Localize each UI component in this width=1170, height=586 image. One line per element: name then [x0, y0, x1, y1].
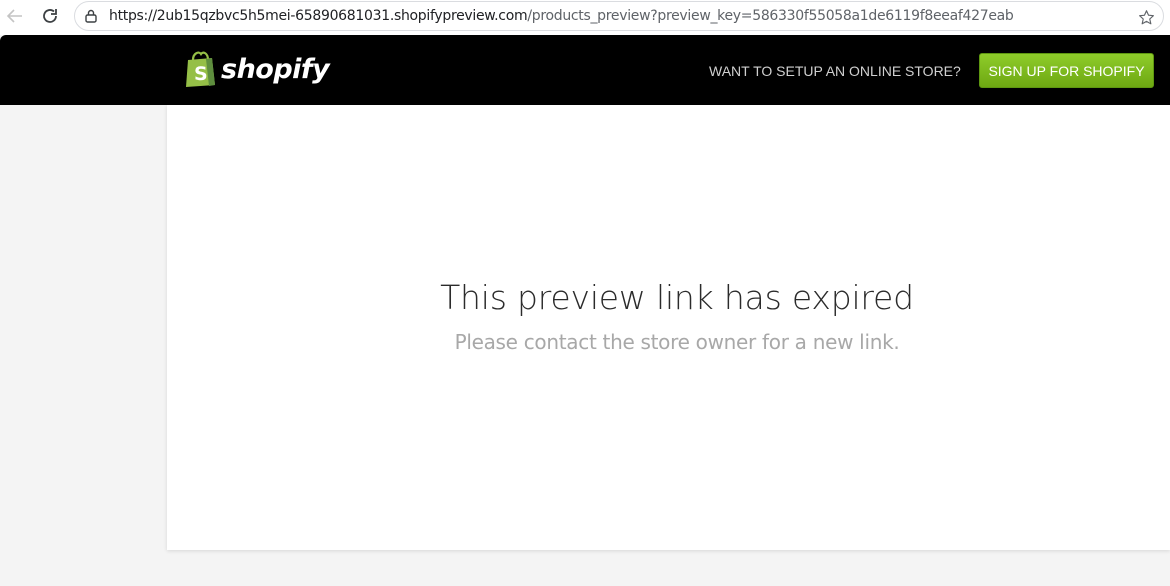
signup-button[interactable]: SIGN UP FOR SHOPIFY	[979, 53, 1154, 88]
setup-store-prompt: WANT TO SETUP AN ONLINE STORE?	[709, 63, 961, 79]
shopping-bag-icon: S	[186, 51, 215, 87]
back-arrow-icon[interactable]	[2, 4, 28, 28]
shopify-header: S shopify WANT TO SETUP AN ONLINE STORE?…	[0, 35, 1170, 105]
star-icon[interactable]	[1137, 8, 1155, 26]
content-card: This preview link has expired Please con…	[167, 105, 1170, 550]
lock-icon[interactable]	[83, 8, 99, 24]
shopify-logo[interactable]: S shopify	[184, 50, 330, 88]
address-bar[interactable]: https://2ub15qzbvc5h5mei-65890681031.sho…	[74, 1, 1164, 31]
page-subtitle: Please contact the store owner for a new…	[454, 330, 900, 354]
url-host: https://2ub15qzbvc5h5mei-65890681031.sho…	[109, 8, 528, 24]
url-text: https://2ub15qzbvc5h5mei-65890681031.sho…	[109, 8, 1014, 24]
browser-toolbar: https://2ub15qzbvc5h5mei-65890681031.sho…	[0, 0, 1170, 35]
page-title: This preview link has expired	[440, 278, 914, 317]
reload-icon[interactable]	[37, 4, 63, 28]
url-path: /products_preview?preview_key=586330f550…	[527, 8, 1014, 24]
svg-text:S: S	[194, 63, 208, 85]
logo-wordmark: shopify	[221, 53, 330, 85]
